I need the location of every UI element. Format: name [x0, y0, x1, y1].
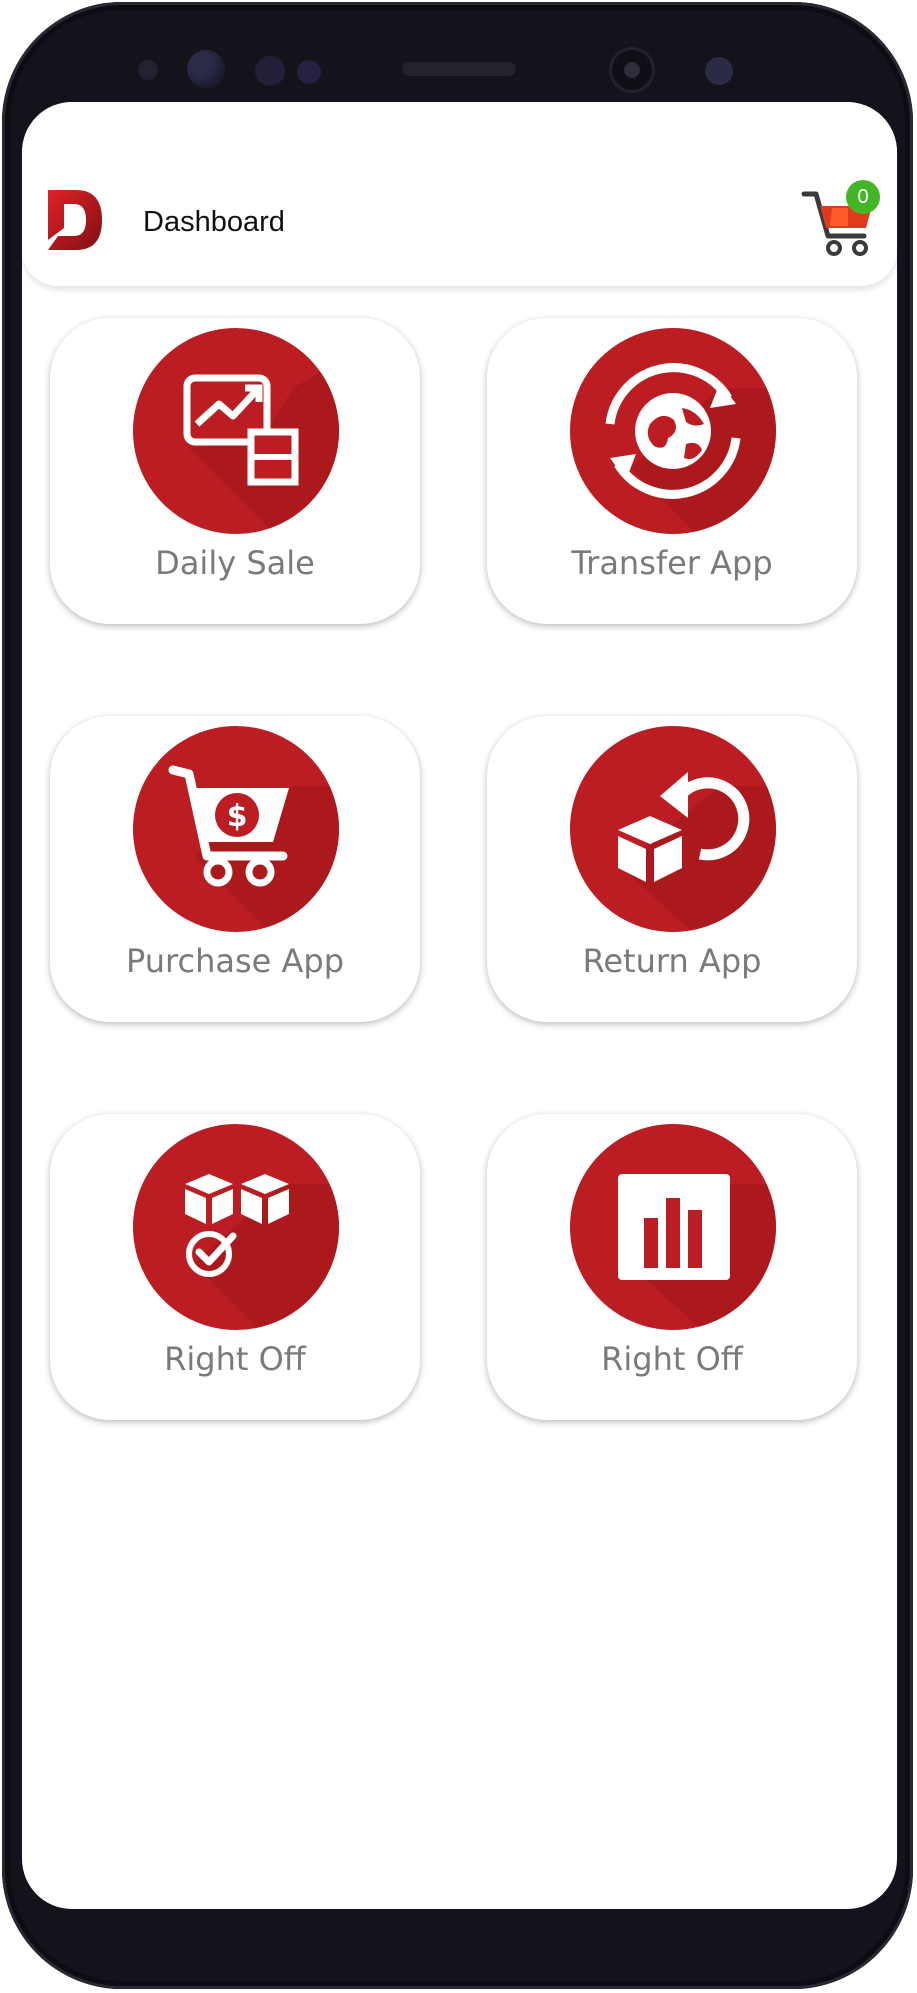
tile-label: Right Off	[164, 1340, 306, 1378]
tile-right-off-1[interactable]: Right Off	[50, 1114, 420, 1420]
box-return-icon	[570, 726, 776, 932]
tile-transfer-app[interactable]: Transfer App	[487, 318, 857, 624]
tile-label: Return App	[582, 942, 762, 980]
tile-return-app[interactable]: Return App	[487, 716, 857, 1022]
tile-label: Daily Sale	[155, 544, 315, 582]
svg-text:$: $	[227, 799, 248, 834]
earpiece-speaker	[402, 62, 516, 76]
phone-sensor-bar	[2, 2, 913, 112]
tile-daily-sale[interactable]: Daily Sale	[50, 318, 420, 624]
logo-d-icon[interactable]	[46, 188, 104, 252]
app-header: Dashboard 0	[22, 102, 897, 286]
sensor-dot	[187, 50, 225, 88]
sensor-dot	[255, 56, 285, 86]
boxes-check-icon	[133, 1124, 339, 1330]
tile-label: Transfer App	[571, 544, 773, 582]
sensor-dot	[297, 60, 321, 84]
sensor-dot	[705, 57, 733, 85]
tile-purchase-app[interactable]: $ Purchase App	[50, 716, 420, 1022]
cart-dollar-icon: $	[133, 726, 339, 932]
tile-label: Purchase App	[126, 942, 344, 980]
page-title: Dashboard	[143, 206, 285, 238]
tile-label: Right Off	[601, 1340, 743, 1378]
bar-chart-icon	[570, 1124, 776, 1330]
cart-count-badge: 0	[846, 180, 880, 214]
globe-transfer-icon	[570, 328, 776, 534]
front-camera	[612, 50, 652, 90]
sales-chart-icon	[133, 328, 339, 534]
app-screen: Dashboard 0 Daily Sale Transfer App $ Pu…	[22, 102, 897, 1909]
sensor-dot	[138, 60, 158, 80]
phone-frame: Dashboard 0 Daily Sale Transfer App $ Pu…	[2, 2, 913, 1989]
tile-right-off-2[interactable]: Right Off	[487, 1114, 857, 1420]
